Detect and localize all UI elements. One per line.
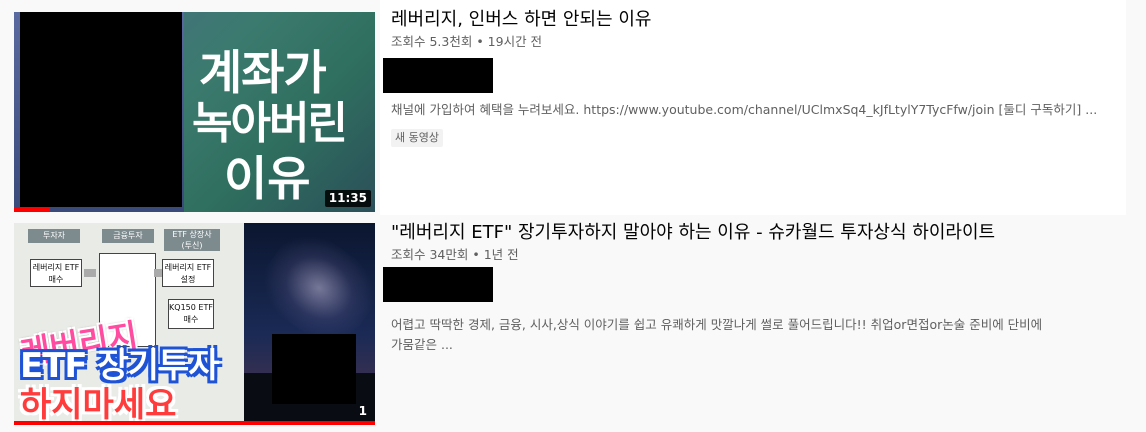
thumb-line-3: 이유 [224,152,311,207]
video-description-2: 어렵고 딱딱한 경제, 금융, 시사,상식 이야기를 쉽고 유쾌하게 맛깔나게 … [391,315,1131,355]
redacted-person [20,12,182,207]
new-video-badge: 새 동영상 [391,129,443,147]
video-description-1: 채널에 가입하여 혜택을 누려보세요. https://www.youtube.… [391,102,1098,117]
diagram-col1: 투자자 [28,229,80,243]
diagram-col3: ETF 상장사 (투신) [164,229,220,251]
video-description-2-line1: 어렵고 딱딱한 경제, 금융, 시사,상식 이야기를 쉽고 유쾌하게 맛깔나게 … [391,317,1043,332]
video-title-1[interactable]: 레버리지, 인버스 하면 안되는 이유 [391,8,651,32]
video-duration: 1 [358,404,367,418]
diagram-box3: KQ150 ETF 매수 [168,299,214,329]
video-row-2[interactable]: 투자자 금융투자 ETF 상장사 (투신) 레버리지 ETF 매수 레버리지 E… [0,215,1146,432]
video-thumbnail-2[interactable]: 투자자 금융투자 ETF 상장사 (투신) 레버리지 ETF 매수 레버리지 E… [14,223,375,425]
thumb-line-3: 하지마세요 [20,385,177,425]
diagram-arrow-2 [154,269,162,277]
video-description-2-line2: 가뭄같은 ... [391,337,453,352]
video-duration: 11:35 [324,190,371,207]
diagram-box2: 레버리지 ETF 설정 [162,259,214,287]
diagram-arrow-1 [84,269,96,277]
video-row-1[interactable]: 계좌가 녹아버린 이유 11:35 레버리지, 인버스 하면 안되는 이유 조회… [0,0,1146,215]
diagram-col3-sub: (투신) [181,241,203,250]
video-meta-1: 조회수 5.3천회 • 19시간 전 [391,34,543,49]
diagram-box1: 레버리지 ETF 매수 [30,259,82,287]
redacted-channel-name[interactable] [383,267,493,302]
video-thumbnail-1[interactable]: 계좌가 녹아버린 이유 11:35 [14,12,375,212]
redacted-channel-name[interactable] [383,58,493,93]
video-meta-2: 조회수 34만회 • 1년 전 [391,247,519,262]
diagram-col2: 금융투자 [102,229,154,243]
watch-progress-bar [14,421,375,425]
diagram-col3-title: ETF 상장사 [172,230,212,239]
redacted-person [272,334,356,404]
video-title-2[interactable]: "레버리지 ETF" 장기투자하지 말아야 하는 이유 - 슈카월드 투자상식 … [391,221,995,245]
watch-progress-bar [14,208,50,212]
